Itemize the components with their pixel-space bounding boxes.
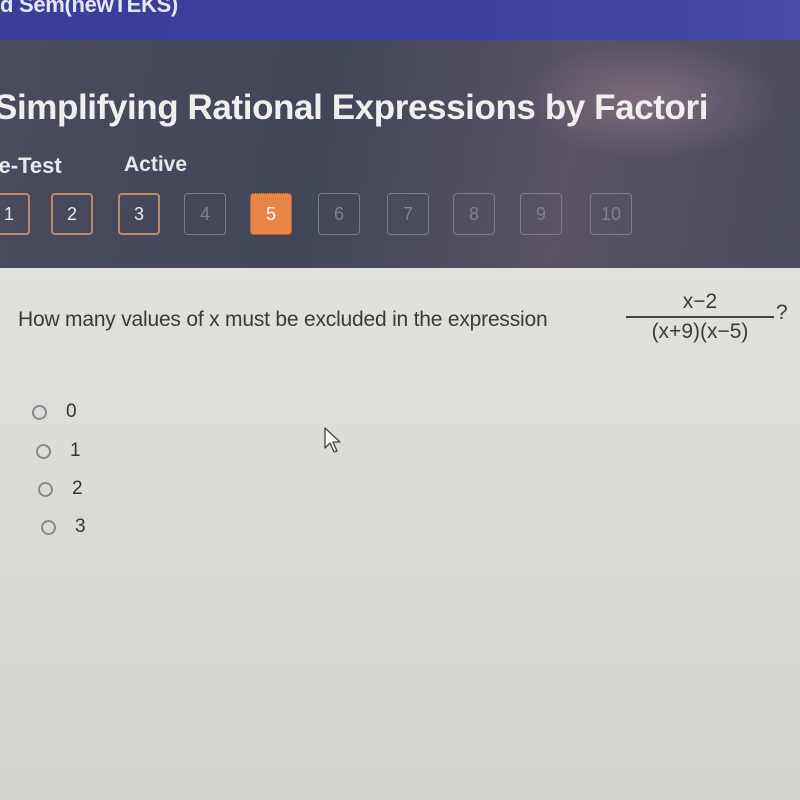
question-number: 2 [66,203,77,224]
activity-status: Active [124,153,188,176]
question-4-button[interactable]: 4 [184,193,226,235]
answer-option-1[interactable]: 1 [36,440,81,462]
answer-option-0[interactable]: 0 [32,401,77,423]
question-number: 6 [333,203,344,224]
option-label: 3 [75,516,86,537]
question-panel: How many values of x must be excluded in… [0,268,800,800]
question-3-button[interactable]: 3 [118,193,160,235]
option-label: 0 [66,401,77,422]
question-number: 4 [199,203,210,224]
lesson-header: Simplifying Rational Expressions by Fact… [0,40,800,268]
option-label: 2 [72,478,83,499]
question-number: 1 [3,203,14,224]
answer-option-3[interactable]: 3 [41,516,86,538]
question-number: 3 [133,203,144,224]
question-7-button[interactable]: 7 [387,193,429,235]
question-9-button[interactable]: 9 [520,193,562,235]
radio-button[interactable] [32,404,47,420]
radio-button[interactable] [41,519,56,535]
fraction-bar [626,316,774,318]
question-1-button[interactable]: 1 [0,193,30,235]
question-6-button[interactable]: 6 [318,193,360,235]
answer-option-2[interactable]: 2 [38,478,83,500]
question-number: 8 [468,203,479,224]
option-label: 1 [70,440,81,461]
radio-button[interactable] [38,481,53,497]
radio-button[interactable] [36,443,51,459]
question-number: 9 [535,203,546,224]
question-number: 5 [265,203,276,224]
denominator: (x+9)(x−5) [651,319,749,343]
question-8-button[interactable]: 8 [453,193,495,235]
question-number: 7 [402,203,413,224]
activity-type: re-Test [0,153,62,178]
question-2-button[interactable]: 2 [51,193,93,235]
question-prompt: How many values of x must be excluded in… [18,308,548,331]
rational-expression: x−2 (x+9)(x−5) [626,290,774,344]
question-5-button[interactable]: 5 [250,193,292,235]
course-name: d Sem(newTEKS) [0,0,178,17]
question-10-button[interactable]: 10 [590,193,632,235]
question-number: 10 [600,203,622,224]
course-bar: d Sem(newTEKS) [0,0,800,40]
question-navigator: 1 2 3 4 5 6 7 8 9 10 [0,193,800,243]
question-mark: ? [776,301,788,324]
numerator: x−2 [682,290,718,313]
mouse-pointer-icon [324,427,341,453]
page-title: Simplifying Rational Expressions by Fact… [0,88,709,127]
